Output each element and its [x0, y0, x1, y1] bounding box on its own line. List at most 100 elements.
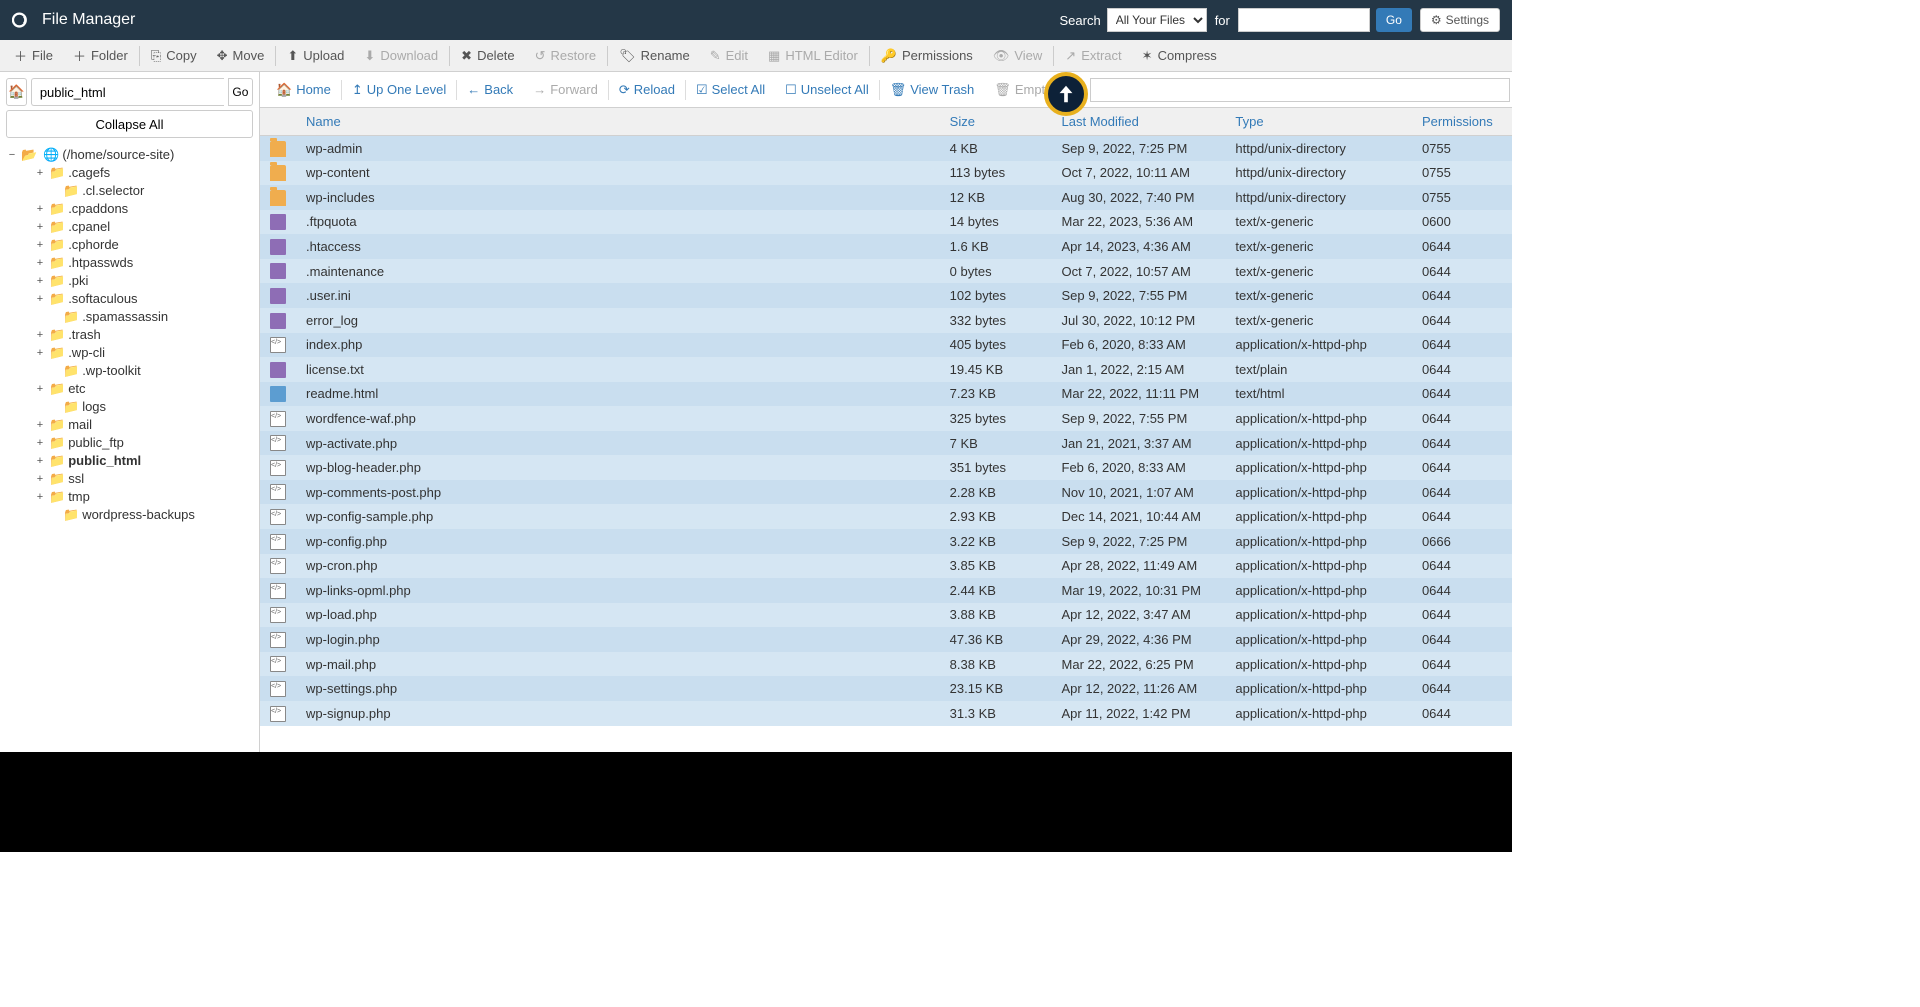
forward-button[interactable]: →Forward [523, 78, 608, 101]
path-go-button[interactable]: Go [228, 78, 253, 106]
move-button[interactable]: ✥Move [207, 44, 275, 68]
left-panel: 🏠 Go Collapse All − 📂 🌐 (/home/source-si… [0, 72, 260, 752]
expand-icon[interactable]: + [34, 416, 46, 434]
expand-icon[interactable]: + [34, 218, 46, 236]
tree-item[interactable]: +📁mail [6, 416, 253, 434]
file-button[interactable]: ＋File [4, 42, 63, 69]
table-row[interactable]: wp-config-sample.php2.93 KBDec 14, 2021,… [260, 504, 1512, 529]
tree-item[interactable]: +📁ssl [6, 470, 253, 488]
expand-icon[interactable]: + [34, 326, 46, 344]
back-button[interactable]: ←Back [457, 78, 523, 101]
collapse-all-button[interactable]: Collapse All [6, 110, 253, 138]
col-size-header[interactable]: Size [940, 108, 1052, 136]
expand-icon[interactable]: + [34, 380, 46, 398]
html-editor-button[interactable]: ▦HTML Editor [758, 44, 868, 68]
compress-button[interactable]: ✶Compress [1132, 44, 1227, 68]
table-row[interactable]: wp-signup.php31.3 KBApr 11, 2022, 1:42 P… [260, 701, 1512, 726]
edit-button[interactable]: ✎Edit [700, 44, 758, 68]
download-button[interactable]: ⬇Download [354, 44, 448, 68]
tree-item[interactable]: +📁.cagefs [6, 164, 253, 182]
tree-item[interactable]: +📁tmp [6, 488, 253, 506]
tree-item[interactable]: +📁.trash [6, 326, 253, 344]
expand-icon[interactable]: + [34, 290, 46, 308]
tree-item[interactable]: +📁etc [6, 380, 253, 398]
copy-button[interactable]: ⎘Copy [141, 44, 207, 68]
permissions-button[interactable]: 🔑Permissions [871, 44, 983, 68]
tree-item[interactable]: +📁.pki [6, 272, 253, 290]
expand-icon[interactable]: + [34, 200, 46, 218]
expand-icon[interactable]: + [34, 470, 46, 488]
tree-item[interactable]: +📁.cphorde [6, 236, 253, 254]
table-row[interactable]: readme.html7.23 KBMar 22, 2022, 11:11 PM… [260, 382, 1512, 407]
expand-icon[interactable]: + [34, 254, 46, 272]
table-row[interactable]: wp-blog-header.php351 bytesFeb 6, 2020, … [260, 455, 1512, 480]
table-row[interactable]: wp-login.php47.36 KBApr 29, 2022, 4:36 P… [260, 627, 1512, 652]
expand-icon[interactable]: + [34, 272, 46, 290]
table-row[interactable]: wordfence-waf.php325 bytesSep 9, 2022, 7… [260, 406, 1512, 431]
table-row[interactable]: wp-links-opml.php2.44 KBMar 19, 2022, 10… [260, 578, 1512, 603]
table-row[interactable]: .ftpquota14 bytesMar 22, 2023, 5:36 AMte… [260, 210, 1512, 235]
col-perms-header[interactable]: Permissions [1412, 108, 1512, 136]
table-row[interactable]: .htaccess1.6 KBApr 14, 2023, 4:36 AMtext… [260, 234, 1512, 259]
tree-item[interactable]: +📁public_html [6, 452, 253, 470]
delete-button[interactable]: ✖Delete [451, 44, 524, 68]
table-row[interactable]: wp-mail.php8.38 KBMar 22, 2022, 6:25 PMa… [260, 652, 1512, 677]
table-row[interactable]: wp-includes12 KBAug 30, 2022, 7:40 PMhtt… [260, 185, 1512, 210]
tree-item[interactable]: 📁.cl.selector [6, 182, 253, 200]
expand-icon[interactable]: + [34, 434, 46, 452]
tree-item[interactable]: 📁.wp-toolkit [6, 362, 253, 380]
restore-button[interactable]: ↺Restore [525, 44, 606, 68]
unselect-all-button[interactable]: ☐Unselect All [775, 78, 879, 102]
table-row[interactable]: license.txt19.45 KBJan 1, 2022, 2:15 AMt… [260, 357, 1512, 382]
table-row[interactable]: index.php405 bytesFeb 6, 2020, 8:33 AMap… [260, 333, 1512, 358]
expand-icon[interactable]: + [34, 164, 46, 182]
table-row[interactable]: wp-settings.php23.15 KBApr 12, 2022, 11:… [260, 676, 1512, 701]
home-action-button[interactable]: 🏠Home [266, 78, 341, 102]
tree-item[interactable]: +📁.htpasswds [6, 254, 253, 272]
view-button[interactable]: 👁View [983, 44, 1052, 68]
tree-item[interactable]: 📁wordpress-backups [6, 506, 253, 524]
home-button[interactable]: 🏠 [6, 78, 27, 106]
search-scope-select[interactable]: All Your Files [1107, 8, 1207, 32]
table-row[interactable]: wp-comments-post.php2.28 KBNov 10, 2021,… [260, 480, 1512, 505]
filter-input[interactable] [1090, 78, 1510, 102]
expand-icon[interactable]: + [34, 488, 46, 506]
extract-button[interactable]: ↗Extract [1055, 44, 1131, 68]
select-all-button[interactable]: ☑Select All [686, 78, 775, 102]
table-row[interactable]: wp-admin4 KBSep 9, 2022, 7:25 PMhttpd/un… [260, 136, 1512, 161]
table-row[interactable]: .maintenance0 bytesOct 7, 2022, 10:57 AM… [260, 259, 1512, 284]
collapse-icon[interactable]: − [6, 146, 18, 164]
settings-button[interactable]: ⚙ Settings [1420, 8, 1500, 32]
table-row[interactable]: wp-content113 bytesOct 7, 2022, 10:11 AM… [260, 161, 1512, 186]
view-trash-button[interactable]: 🗑View Trash [880, 78, 985, 102]
table-row[interactable]: wp-config.php3.22 KBSep 9, 2022, 7:25 PM… [260, 529, 1512, 554]
file-icon-cell [260, 161, 296, 186]
table-row[interactable]: wp-load.php3.88 KBApr 12, 2022, 3:47 AMa… [260, 603, 1512, 628]
tree-item[interactable]: 📁logs [6, 398, 253, 416]
tree-root[interactable]: − 📂 🌐 (/home/source-site) [6, 146, 253, 164]
reload-button[interactable]: ⟳Reload [609, 78, 685, 102]
tree-item[interactable]: +📁.cpaddons [6, 200, 253, 218]
tree-item[interactable]: +📁public_ftp [6, 434, 253, 452]
table-row[interactable]: wp-cron.php3.85 KBApr 28, 2022, 11:49 AM… [260, 554, 1512, 579]
path-input[interactable] [31, 78, 224, 106]
tree-item[interactable]: 📁.spamassassin [6, 308, 253, 326]
expand-icon[interactable]: + [34, 344, 46, 362]
table-row[interactable]: .user.ini102 bytesSep 9, 2022, 7:55 PMte… [260, 283, 1512, 308]
col-name-header[interactable]: Name [296, 108, 940, 136]
tree-item[interactable]: +📁.cpanel [6, 218, 253, 236]
rename-button[interactable]: 🏷Rename [609, 44, 700, 68]
search-go-button[interactable]: Go [1376, 8, 1412, 32]
folder-button[interactable]: ＋Folder [63, 42, 138, 69]
folder-open-icon: 📂 [21, 146, 37, 164]
tree-item[interactable]: +📁.wp-cli [6, 344, 253, 362]
up-one-level-button[interactable]: ↥Up One Level [342, 78, 456, 102]
expand-icon[interactable]: + [34, 236, 46, 254]
table-row[interactable]: wp-activate.php7 KBJan 21, 2021, 3:37 AM… [260, 431, 1512, 456]
expand-icon[interactable]: + [34, 452, 46, 470]
tree-item[interactable]: +📁.softaculous [6, 290, 253, 308]
search-input[interactable] [1238, 8, 1370, 32]
upload-button[interactable]: ⬆Upload [277, 44, 354, 68]
table-row[interactable]: error_log332 bytesJul 30, 2022, 10:12 PM… [260, 308, 1512, 333]
col-type-header[interactable]: Type [1225, 108, 1412, 136]
